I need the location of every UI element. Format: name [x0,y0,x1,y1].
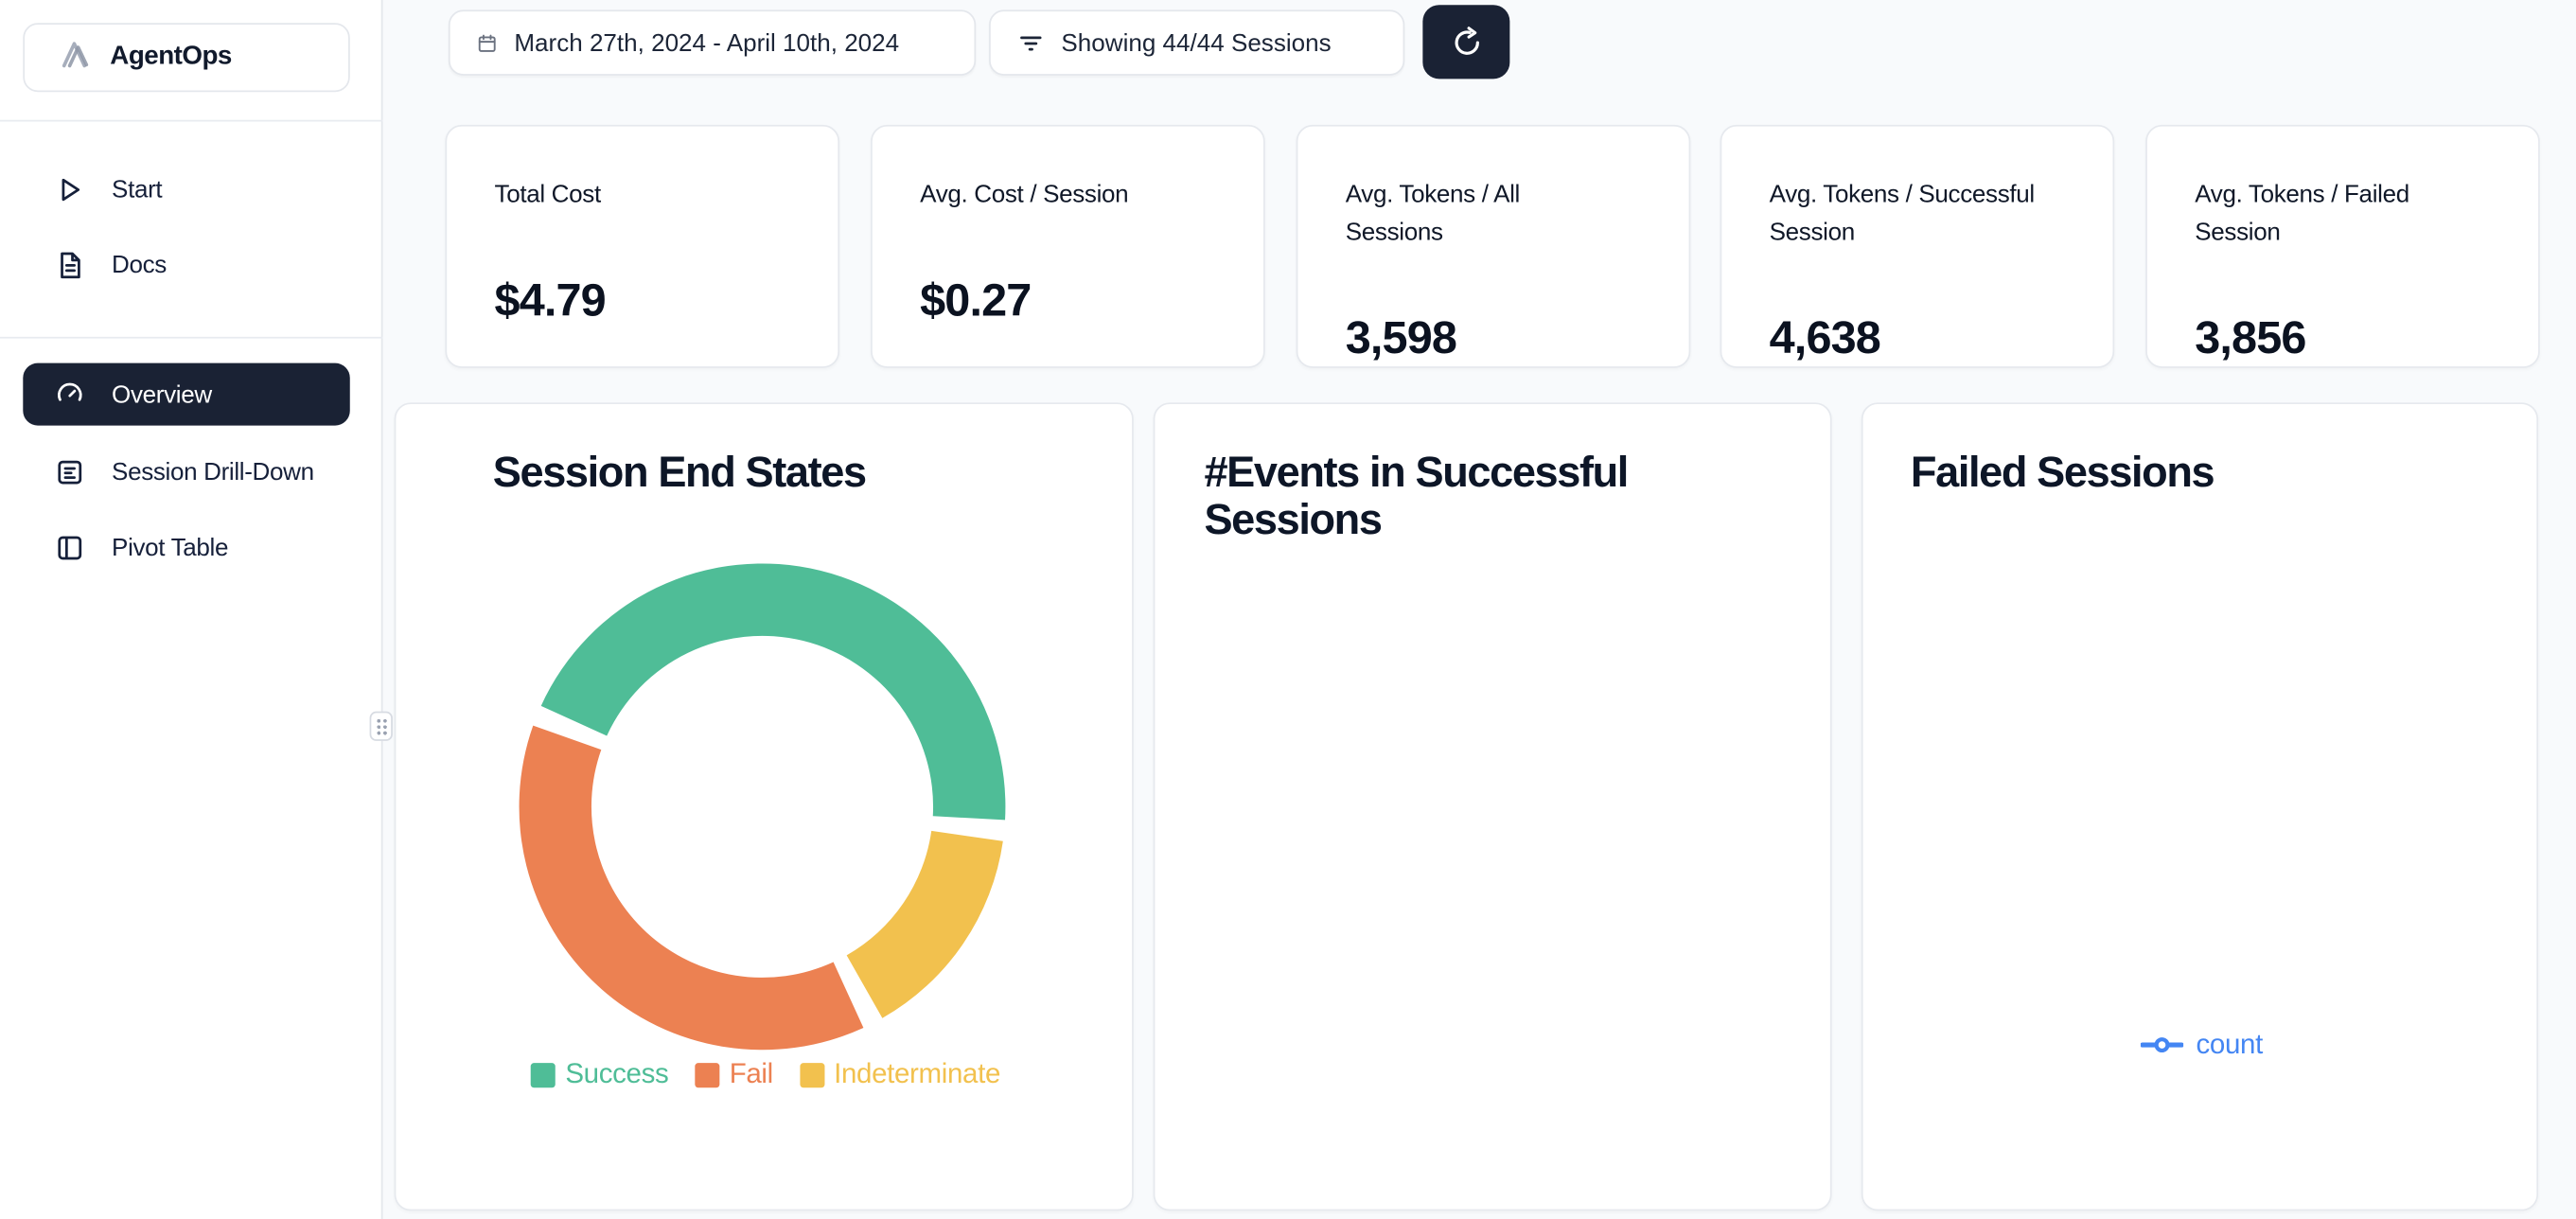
legend-label: Success [565,1058,668,1091]
sidebar-item-overview[interactable]: Overview [23,363,349,426]
calendar-icon [476,32,498,54]
pivot-panel-icon [53,531,86,564]
sidebar-item-label: Overview [112,380,212,409]
stat-value: $4.79 [495,274,606,327]
legend-item-success[interactable]: Success [531,1058,669,1091]
list-icon [53,455,86,488]
logo-card[interactable]: AgentOps [23,23,349,92]
sidebar: AgentOps Start Docs [0,0,382,1219]
sessions-filter-label: Showing 44/44 Sessions [1061,28,1331,57]
sidebar-divider [0,337,382,339]
stat-label: Total Cost [495,176,809,214]
gauge-icon [53,378,86,411]
legend-item-indeterminate[interactable]: Indeterminate [800,1058,1000,1091]
play-icon [53,172,86,205]
legend-line-marker-icon [2140,1035,2182,1055]
sidebar-resize-handle[interactable] [370,712,393,741]
chart-title: #Events in Successful Sessions [1204,449,1697,544]
app-title: AgentOps [110,43,232,72]
stat-value: 4,638 [1770,312,1880,365]
stat-card-avg-cost: Avg. Cost / Session $0.27 [871,125,1265,368]
stat-label: Avg. Tokens / Failed Session [2195,176,2474,252]
sidebar-item-session-drill-down[interactable]: Session Drill-Down [23,440,349,503]
sidebar-item-label: Docs [112,251,167,279]
agentops-dashboard: AgentOps Start Docs [0,0,2576,1219]
donut-segment-indeterminate[interactable] [847,831,1003,1018]
sidebar-item-label: Session Drill-Down [112,457,314,486]
stat-card-avg-tokens-all: Avg. Tokens / All Sessions 3,598 [1297,125,1691,368]
legend-swatch [800,1062,824,1086]
sidebar-item-docs[interactable]: Docs [23,234,349,296]
date-range-label: March 27th, 2024 - April 10th, 2024 [514,28,899,57]
sidebar-item-label: Pivot Table [112,533,228,561]
stat-label: Avg. Cost / Session [920,176,1234,214]
sessions-filter-button[interactable]: Showing 44/44 Sessions [989,9,1404,75]
stat-value: $0.27 [920,274,1031,327]
events-histogram-card: #Events in Successful Sessions [1154,402,1832,1210]
legend-item-fail[interactable]: Fail [695,1058,773,1091]
donut-legend: Success Fail Indeterminate [396,1058,1135,1091]
donut-segment-fail[interactable] [520,726,864,1051]
agentops-logo-icon [54,34,94,81]
stat-label: Avg. Tokens / Successful Session [1770,176,2082,252]
legend-label: count [2196,1029,2262,1062]
legend-label: Indeterminate [834,1058,1000,1091]
stat-value: 3,598 [1346,312,1456,365]
date-range-button[interactable]: March 27th, 2024 - April 10th, 2024 [449,9,976,75]
donut-segment-success[interactable] [541,563,1006,820]
stat-card-avg-tokens-successful: Avg. Tokens / Successful Session 4,638 [1720,125,2115,368]
stat-card-avg-tokens-failed: Avg. Tokens / Failed Session 3,856 [2145,125,2540,368]
legend-label: Fail [730,1058,773,1091]
stat-card-total-cost: Total Cost $4.79 [445,125,839,368]
stat-label: Avg. Tokens / All Sessions [1346,176,1609,252]
document-icon [53,248,86,281]
stat-value: 3,856 [2195,312,2305,365]
failed-sessions-line-chart[interactable] [1863,404,2540,1212]
failed-sessions-card: Failed Sessions count [1861,402,2538,1210]
sidebar-divider [0,120,382,122]
legend-swatch [695,1062,719,1086]
session-end-states-donut-chart[interactable] [396,404,1135,1212]
session-end-states-card: Session End States Success Fail Indetermin… [395,402,1134,1210]
chart-title: Session End States [493,449,866,496]
refresh-button[interactable] [1422,5,1509,79]
legend-swatch [531,1062,556,1086]
sidebar-item-label: Start [112,175,162,203]
refresh-icon [1448,24,1484,60]
filter-lines-icon [1017,28,1046,57]
sidebar-item-pivot-table[interactable]: Pivot Table [23,516,349,578]
chart-title: Failed Sessions [1911,449,2453,496]
sidebar-item-start[interactable]: Start [23,158,349,221]
drag-dots-icon [376,717,387,735]
count-legend[interactable]: count [1863,1029,2540,1062]
